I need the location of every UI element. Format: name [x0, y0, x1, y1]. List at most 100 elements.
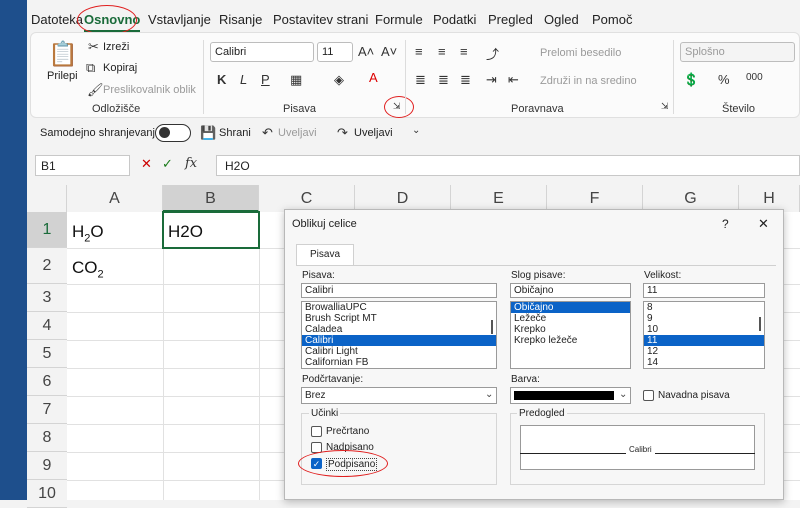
column-header[interactable]: E	[451, 185, 547, 212]
menu-review[interactable]: Pregled	[488, 12, 533, 27]
font-color-icon[interactable]: A	[369, 70, 378, 85]
align-left-icon[interactable]: ≣	[415, 72, 426, 88]
border-icon[interactable]: ▦	[290, 72, 302, 88]
row-header[interactable]: 7	[27, 396, 67, 424]
list-item[interactable]: 14	[644, 357, 764, 368]
row-header[interactable]: 5	[27, 340, 67, 368]
font-size-box[interactable]: 11	[317, 42, 353, 62]
size-input[interactable]: 11	[643, 283, 765, 298]
menu-file[interactable]: Datoteka	[31, 12, 83, 27]
align-right-icon[interactable]: ≣	[460, 72, 471, 88]
formula-input[interactable]: H2O	[216, 155, 800, 176]
column-header[interactable]: H	[739, 185, 800, 212]
save-icon[interactable]: 💾	[200, 125, 216, 141]
column-header[interactable]: D	[355, 185, 451, 212]
menu-formulas[interactable]: Formule	[375, 12, 423, 27]
redo-icon[interactable]: ↷	[337, 125, 348, 141]
list-item[interactable]: Ležeče	[511, 313, 630, 324]
italic-button[interactable]: L	[240, 72, 247, 87]
row-header[interactable]: 3	[27, 284, 67, 312]
autosave-toggle[interactable]	[155, 124, 191, 142]
list-item[interactable]: Calibri	[302, 335, 496, 346]
font-input[interactable]: Calibri	[301, 283, 497, 298]
currency-icon[interactable]: 💲	[683, 72, 699, 88]
list-item[interactable]: Californian FB	[302, 357, 496, 368]
list-item[interactable]: 11	[644, 335, 764, 346]
cell-a1[interactable]: H2O	[72, 222, 104, 244]
merge-center-button[interactable]: Združi in na sredino	[540, 75, 637, 87]
list-item[interactable]: Krepko ležeče	[511, 335, 630, 346]
number-format-box[interactable]: Splošno	[680, 42, 795, 62]
strikethrough-checkbox[interactable]	[311, 426, 322, 437]
normal-font-checkbox[interactable]	[643, 390, 654, 401]
fill-color-icon[interactable]: ◈	[334, 72, 344, 88]
column-header[interactable]: A	[67, 185, 163, 212]
style-input[interactable]: Običajno	[510, 283, 631, 298]
style-list[interactable]: Običajno Ležeče Krepko Krepko ležeče	[510, 301, 631, 369]
shrink-font-icon[interactable]: A˅	[381, 44, 397, 59]
menu-draw[interactable]: Risanje	[219, 12, 262, 27]
scrollbar[interactable]	[491, 320, 493, 334]
dialog-close-button[interactable]: ✕	[758, 216, 769, 232]
align-center-icon[interactable]: ≣	[438, 72, 449, 88]
undo-button[interactable]: Uveljavi	[278, 127, 317, 139]
list-item[interactable]: BrowalliaUPC	[302, 302, 496, 313]
row-header[interactable]: 9	[27, 452, 67, 480]
row-header[interactable]: 2	[27, 248, 67, 284]
alignment-dialog-launcher-icon[interactable]: ⇲	[661, 101, 669, 112]
customize-qat-icon[interactable]: ⌄	[412, 125, 420, 136]
percent-icon[interactable]: %	[718, 72, 730, 87]
orientation-icon[interactable]: ⤴	[486, 44, 499, 63]
save-button[interactable]: Shrani	[219, 127, 251, 139]
list-item[interactable]: Krepko	[511, 324, 630, 335]
paste-button[interactable]: Prilepi	[47, 70, 78, 82]
format-painter-button[interactable]: Preslikovalnik oblik	[103, 84, 196, 96]
indent-icon[interactable]: ⇥	[486, 72, 497, 88]
row-header[interactable]: 1	[27, 212, 67, 248]
cell-b1[interactable]: H2O	[168, 222, 203, 242]
select-all-corner[interactable]	[27, 185, 67, 212]
row-header[interactable]: 8	[27, 424, 67, 452]
column-header[interactable]: F	[547, 185, 643, 212]
scrollbar[interactable]	[759, 317, 761, 331]
list-item[interactable]: Brush Script MT	[302, 313, 496, 324]
menu-data[interactable]: Podatki	[433, 12, 476, 27]
cut-button[interactable]: Izreži	[103, 41, 129, 53]
align-top-icon[interactable]: ≡	[415, 44, 423, 59]
column-header[interactable]: B	[163, 185, 259, 212]
wrap-text-button[interactable]: Prelomi besedilo	[540, 47, 621, 59]
bold-button[interactable]: K	[217, 72, 226, 87]
list-item[interactable]: Calibri Light	[302, 346, 496, 357]
list-item[interactable]: 9	[644, 313, 764, 324]
list-item[interactable]: 10	[644, 324, 764, 335]
list-item[interactable]: Caladea	[302, 324, 496, 335]
paste-icon[interactable]: 📋	[48, 40, 78, 69]
row-header[interactable]: 10	[27, 480, 67, 508]
font-name-box[interactable]: Calibri	[210, 42, 314, 62]
list-item[interactable]: 8	[644, 302, 764, 313]
size-list[interactable]: 8 9 10 11 12 14	[643, 301, 765, 369]
row-header[interactable]: 6	[27, 368, 67, 396]
menu-help[interactable]: Pomoč	[592, 12, 632, 27]
list-item[interactable]: Običajno	[511, 302, 630, 313]
outdent-icon[interactable]: ⇤	[508, 72, 519, 88]
name-box[interactable]: B1	[35, 155, 130, 176]
copy-button[interactable]: Kopiraj	[103, 62, 137, 74]
row-header[interactable]: 4	[27, 312, 67, 340]
menu-view[interactable]: Ogled	[544, 12, 579, 27]
underline-select[interactable]: Brez	[301, 387, 497, 404]
list-item[interactable]: 12	[644, 346, 764, 357]
enter-icon[interactable]: ✓	[162, 156, 173, 172]
dialog-help-button[interactable]: ?	[722, 217, 729, 231]
align-bottom-icon[interactable]: ≡	[460, 44, 468, 59]
cell-a2[interactable]: CO2	[72, 258, 104, 280]
column-header[interactable]: G	[643, 185, 739, 212]
menu-page-layout[interactable]: Postavitev strani	[273, 12, 368, 27]
redo-button[interactable]: Uveljavi	[354, 127, 393, 139]
cancel-icon[interactable]: ✕	[141, 156, 152, 172]
font-list[interactable]: BrowalliaUPC Brush Script MT Caladea Cal…	[301, 301, 497, 369]
grow-font-icon[interactable]: A˄	[358, 44, 374, 59]
align-middle-icon[interactable]: ≡	[438, 44, 446, 59]
menu-insert[interactable]: Vstavljanje	[148, 12, 211, 27]
color-select[interactable]	[510, 387, 631, 404]
